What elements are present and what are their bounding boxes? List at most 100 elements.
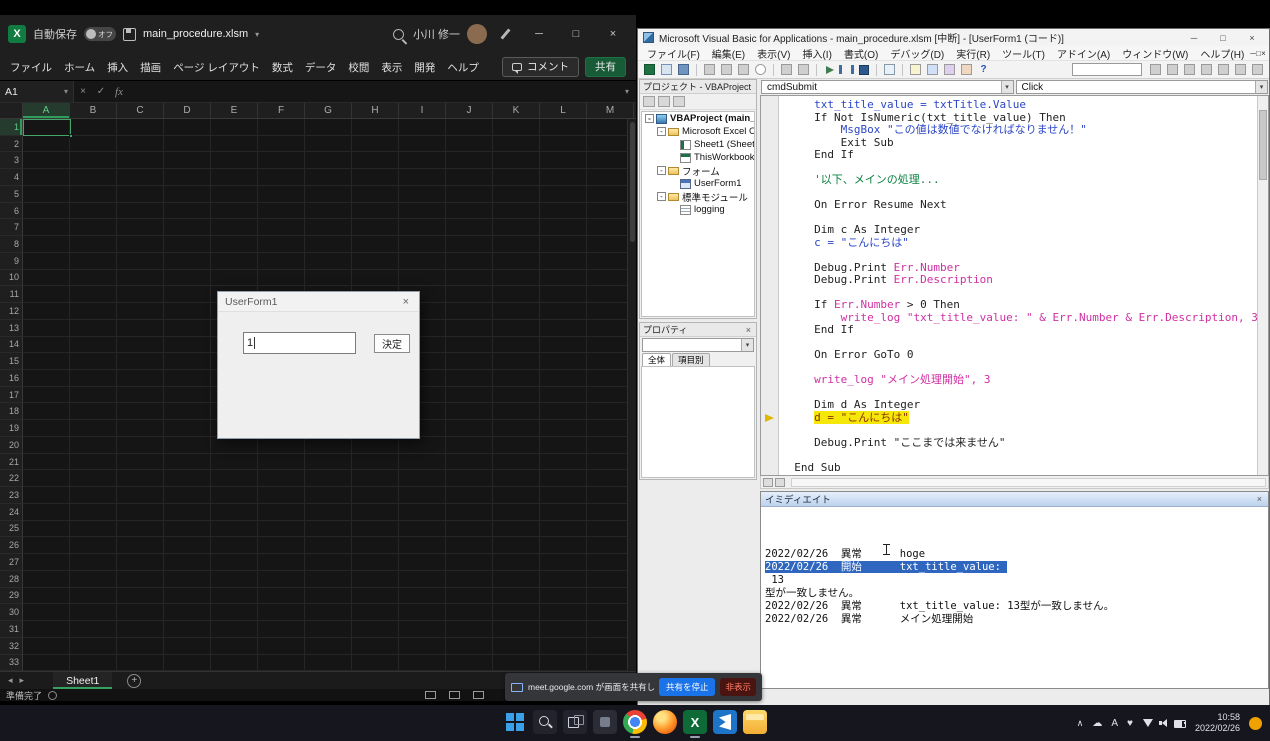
tree-expander-icon[interactable]: - [645,114,654,123]
vba-minimize-button[interactable]: ─ [1182,33,1206,43]
tree-item[interactable]: logging [642,203,754,216]
row-header[interactable]: 23 [0,487,23,504]
row-header[interactable]: 18 [0,403,23,420]
immediate-header[interactable]: イミディエイト × [761,492,1268,507]
sheet-nav-left-icon[interactable]: ◂ [8,675,13,686]
share-button[interactable]: 共有 [585,57,626,77]
menu-item[interactable]: ツール(T) [996,45,1051,62]
row-header[interactable]: 10 [0,270,23,287]
menu-item[interactable]: ヘルプ(H) [1194,45,1250,62]
project-panel-close-icon[interactable]: × [754,82,756,92]
row-header[interactable]: 28 [0,571,23,588]
row-header[interactable]: 24 [0,504,23,521]
row-header[interactable]: 26 [0,537,23,554]
column-header[interactable]: M [587,103,634,118]
chevron-down-icon[interactable]: ▾ [1001,81,1013,93]
grid-cells[interactable] [23,537,636,554]
grid-cells[interactable] [23,219,636,236]
tree-item[interactable]: ThisWorkbook [642,151,754,164]
code-vertical-scrollbar[interactable] [1257,96,1268,475]
sheet-nav-right-icon[interactable]: ▸ [20,675,25,686]
vba-close-button[interactable]: × [1240,33,1264,43]
grid-cells[interactable] [23,504,636,521]
menu-item[interactable]: 書式(O) [838,45,884,62]
ribbon-tab[interactable]: 校閲 [342,53,375,80]
chevron-down-icon[interactable]: ▾ [1255,81,1267,93]
excel-close-button[interactable]: × [598,24,628,44]
code-horizontal-scrollbar[interactable] [791,478,1266,487]
indent-icon[interactable] [1148,63,1163,77]
break-icon[interactable] [839,63,854,77]
menu-item[interactable]: ウィンドウ(W) [1116,45,1194,62]
menu-item[interactable]: 挿入(I) [796,45,837,62]
row-header[interactable]: 22 [0,470,23,487]
row-header[interactable]: 1 [0,119,23,136]
insert-function-icon[interactable]: fx [110,86,128,98]
code-vscroll-thumb[interactable] [1259,110,1267,180]
grid-cells[interactable] [23,604,636,621]
page-layout-view-icon[interactable] [449,691,460,699]
object-browser-icon[interactable] [942,63,957,77]
ribbon-tab[interactable]: 挿入 [101,53,134,80]
taskbar-chrome-icon[interactable] [623,710,647,734]
ribbon-tab[interactable]: 数式 [266,53,299,80]
page-break-view-icon[interactable] [473,691,484,699]
row-header[interactable]: 9 [0,253,23,270]
grid-cells[interactable] [23,136,636,153]
paste-icon[interactable] [736,63,751,77]
help-icon[interactable] [976,63,991,77]
row-header[interactable]: 5 [0,186,23,203]
ribbon-tab[interactable]: 表示 [375,53,408,80]
taskbar-vscode-icon[interactable] [713,710,737,734]
row-header[interactable]: 8 [0,236,23,253]
row-header[interactable]: 31 [0,621,23,638]
tree-item[interactable]: -標準モジュール [642,190,754,203]
user-name[interactable]: 小川 修一 [413,26,460,42]
grid-cells[interactable] [23,236,636,253]
tree-item[interactable]: -VBAProject (main_procedure.xlsm) [642,112,754,125]
immediate-close-icon[interactable]: × [1255,494,1264,504]
formula-input[interactable] [128,81,618,102]
code-window[interactable]: txt_title_value = txtTitle.Value If Not … [760,95,1269,476]
properties-panel-header[interactable]: プロパティ × [640,323,756,337]
vba-maximize-button[interactable]: □ [1211,33,1235,43]
grid-cells[interactable] [23,454,636,471]
tree-item[interactable]: UserForm1 [642,177,754,190]
toolbox-icon[interactable] [959,63,974,77]
tree-expander-icon[interactable]: - [657,166,666,175]
column-header[interactable]: A [23,103,70,118]
view-code-icon[interactable] [643,96,655,107]
grid-cells[interactable] [23,571,636,588]
stop-sharing-button[interactable]: 共有を停止 [659,678,716,696]
tree-item[interactable]: -Microsoft Excel Objects [642,125,754,138]
menu-item[interactable]: 実行(R) [950,45,996,62]
object-dropdown[interactable]: cmdSubmit ▾ [761,80,1014,94]
editing-mode-icon[interactable] [500,28,510,39]
grid-cells[interactable] [23,186,636,203]
grid-cells[interactable] [23,169,636,186]
chevron-down-icon[interactable]: ▾ [741,339,753,351]
ribbon-tab[interactable]: ホーム [58,53,101,80]
grid-cells[interactable] [23,203,636,220]
column-header[interactable]: C [117,103,164,118]
sheet-tab-sheet1[interactable]: Sheet1 [53,672,112,689]
row-header[interactable]: 21 [0,454,23,471]
event-dropdown[interactable]: Click ▾ [1016,80,1269,94]
grid-cells[interactable] [23,470,636,487]
normal-view-icon[interactable] [425,691,436,699]
save-icon[interactable] [676,63,691,77]
grid-cells[interactable] [23,487,636,504]
tree-item[interactable]: Sheet1 (Sheet1) [642,138,754,151]
row-header[interactable]: 30 [0,604,23,621]
grid-cells[interactable] [23,521,636,538]
submit-button[interactable]: 決定 [374,334,410,353]
undo-icon[interactable] [779,63,794,77]
run-icon[interactable] [822,63,837,77]
next-bookmark-icon[interactable] [1233,63,1248,77]
cloud-icon[interactable]: ☁ [1092,718,1102,729]
column-header[interactable]: B [70,103,117,118]
tray-misc-icon[interactable]: ♥ [1127,718,1133,729]
quick-settings[interactable] [1142,717,1186,729]
menu-item[interactable]: 表示(V) [751,45,796,62]
full-module-view-icon[interactable] [775,478,785,487]
